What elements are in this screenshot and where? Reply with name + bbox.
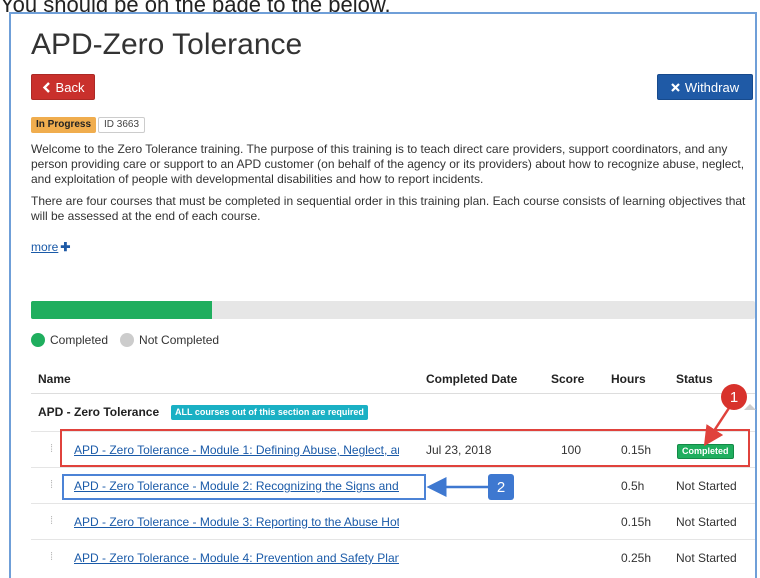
column-header-name: Name xyxy=(38,372,71,386)
progress-bar-fill xyxy=(31,301,212,319)
section-required-badge: ALL courses out of this section are requ… xyxy=(171,405,368,420)
callout-2: 2 xyxy=(488,474,514,500)
drag-handle-icon: ⁞ xyxy=(50,515,54,527)
column-header-hours: Hours xyxy=(611,372,646,386)
legend-completed-label: Completed xyxy=(50,333,109,347)
drag-handle-icon: ⁞ xyxy=(50,551,54,563)
description-paragraph-2: There are four courses that must be comp… xyxy=(31,194,746,223)
column-header-status: Status xyxy=(676,372,713,386)
table-header-divider xyxy=(31,393,755,394)
course-link[interactable]: APD - Zero Tolerance - Module 3: Reporti… xyxy=(74,515,399,529)
more-link-label: more xyxy=(31,240,59,254)
hours: 0.5h xyxy=(621,479,645,493)
table-row: ⁞ APD - Zero Tolerance - Module 4: Preve… xyxy=(31,539,755,575)
progress-bar xyxy=(31,301,755,319)
withdraw-button-label: Withdraw xyxy=(684,79,740,95)
hours: 0.25h xyxy=(621,551,652,565)
not-completed-dot-icon xyxy=(120,333,135,347)
progress-legend: Completed Not Completed xyxy=(31,333,219,347)
plus-icon: ✚ xyxy=(60,240,71,254)
callout-1: 1 xyxy=(721,384,747,410)
description-paragraph-1: Welcome to the Zero Tolerance training. … xyxy=(31,142,745,186)
annotation-highlight-completed-row xyxy=(60,429,750,467)
table-row: ⁞ APD - Zero Tolerance - Module 3: Repor… xyxy=(31,503,755,539)
column-header-score: Score xyxy=(551,372,585,386)
page-title: APD-Zero Tolerance xyxy=(31,28,303,61)
chevron-left-icon xyxy=(42,81,50,93)
withdraw-button[interactable]: Withdraw xyxy=(657,74,753,100)
back-button[interactable]: Back xyxy=(31,74,95,100)
course-link[interactable]: APD - Zero Tolerance - Module 4: Prevent… xyxy=(74,551,399,565)
status-text: Not Started xyxy=(676,479,737,493)
hours: 0.15h xyxy=(621,515,652,529)
more-link[interactable]: more ✚ xyxy=(31,240,70,254)
scroll-up-icon[interactable] xyxy=(744,404,756,410)
drag-handle-icon: ⁞ xyxy=(50,479,54,491)
close-icon xyxy=(671,82,680,92)
id-badge: ID 3663 xyxy=(98,117,146,133)
status-text: Not Started xyxy=(676,551,737,565)
completed-dot-icon xyxy=(31,333,45,347)
status-badge: In Progress xyxy=(31,117,97,133)
annotation-highlight-module-2-link xyxy=(62,474,426,500)
legend-not-completed-label: Not Completed xyxy=(139,333,220,347)
column-header-completed-date: Completed Date xyxy=(426,372,518,386)
drag-handle-icon: ⁞ xyxy=(50,443,54,455)
section-title: APD - Zero Tolerance xyxy=(38,405,160,419)
back-button-label: Back xyxy=(55,79,85,95)
status-text: Not Started xyxy=(676,515,737,529)
